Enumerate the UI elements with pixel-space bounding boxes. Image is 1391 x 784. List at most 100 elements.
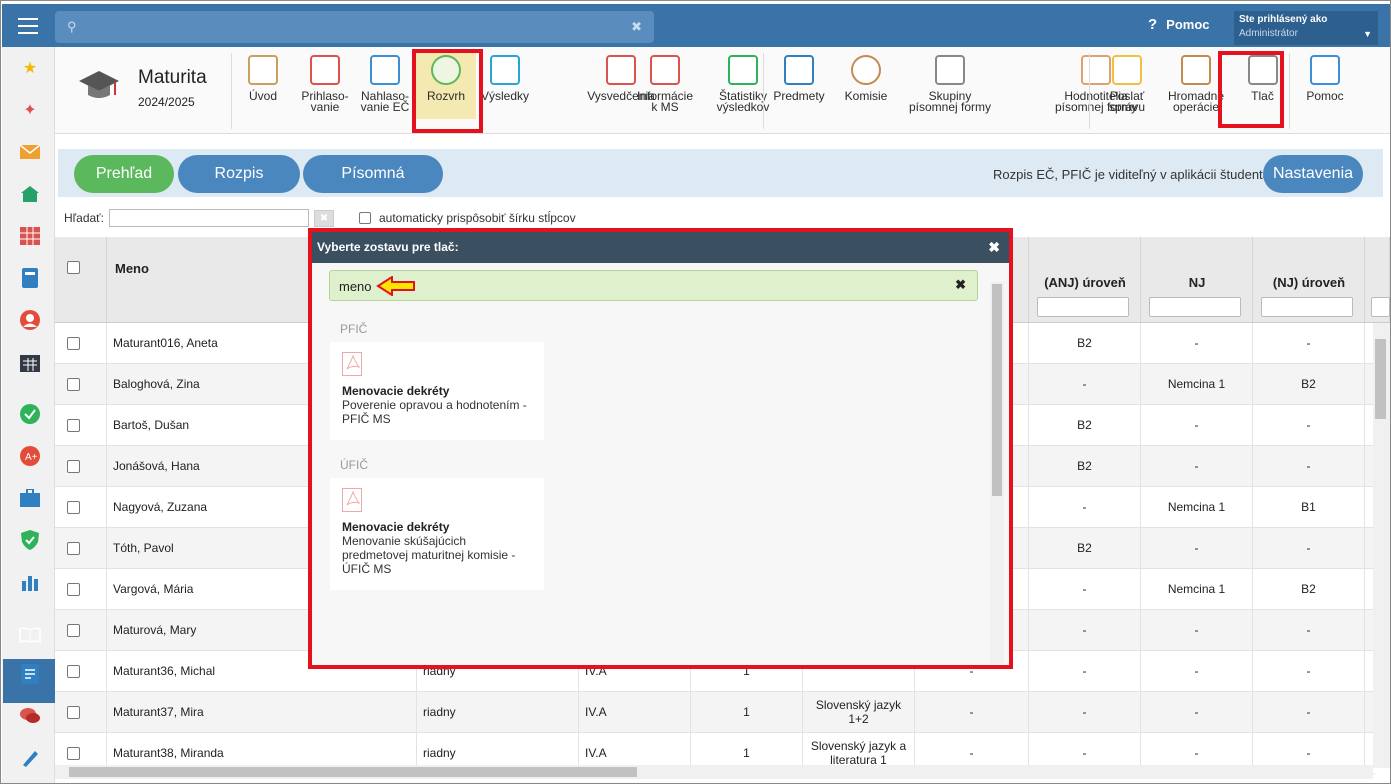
dialog-title: Vyberte zostavu pre tlač: — [317, 240, 459, 254]
cell-nju: - — [1253, 405, 1365, 446]
toolbar-item-help[interactable]: Pomoc — [1295, 55, 1355, 102]
row-checkbox[interactable] — [67, 501, 80, 514]
info-doc-icon — [650, 55, 680, 85]
row-select-cell — [55, 364, 107, 405]
menu-icon[interactable] — [18, 18, 38, 34]
calendar-grid-icon[interactable] — [19, 225, 41, 247]
toolbar-item-printer[interactable]: Tlač — [1235, 55, 1290, 102]
toolbar-item-stats[interactable]: Štatistiky výsledkov — [713, 55, 773, 113]
header-nj-uroven[interactable]: (NJ) úroveň — [1253, 237, 1365, 323]
cell-n: 1 — [691, 692, 803, 733]
clock-icon — [431, 55, 461, 85]
module-title-block: Maturita 2024/2025 — [138, 67, 207, 109]
toolbar-item-groups[interactable]: Skupiny písomnej formy — [895, 55, 1005, 113]
cell-anj: B2 — [1029, 446, 1141, 487]
check-circle-icon[interactable] — [19, 403, 41, 425]
table-row[interactable]: Maturant37, Mira riadny IV.A 1 Slovenský jaz… — [55, 692, 1375, 733]
row-checkbox[interactable] — [67, 419, 80, 432]
cell-nj: Nemcina 1 — [1141, 569, 1253, 610]
clear-report-search-icon[interactable]: ✖ — [955, 277, 966, 293]
clear-search-icon[interactable]: ✖ — [631, 19, 642, 35]
toolbar-item-commission[interactable]: Komisie — [838, 55, 894, 102]
briefcase-icon[interactable] — [19, 487, 41, 509]
toolbar-item-label: Predmety — [773, 89, 825, 103]
notebook-icon[interactable] — [19, 267, 41, 289]
mail-icon[interactable] — [19, 141, 41, 163]
envelope-icon — [1112, 55, 1142, 85]
toolbar-item-bar-chart[interactable]: Výsledky — [480, 55, 530, 102]
person-icon[interactable] — [19, 309, 41, 331]
shield-check-icon[interactable] — [19, 529, 41, 551]
cell-sj: Slovenský jazyk 1+2 — [803, 692, 915, 733]
report-search-value: meno — [339, 279, 372, 294]
row-checkbox[interactable] — [67, 542, 80, 555]
row-checkbox[interactable] — [67, 706, 80, 719]
grid-horizontal-scrollbar[interactable] — [55, 765, 1373, 779]
filter-anj[interactable] — [1037, 297, 1129, 317]
printer-icon — [1247, 55, 1278, 85]
magic-wand-icon[interactable]: ✦ — [19, 99, 41, 121]
toolbar-item-arrow-export[interactable]: Nahlaso- vanie EČ — [355, 55, 415, 113]
row-checkbox[interactable] — [67, 665, 80, 678]
visibility-info: Rozpis EČ, PFIČ je viditeľný v aplikácii… — [993, 167, 1270, 182]
grid-vertical-scrollbar[interactable] — [1373, 323, 1390, 768]
row-select-cell — [55, 569, 107, 610]
toolbar-item-envelope[interactable]: Poslať správu — [1097, 55, 1157, 113]
row-checkbox[interactable] — [67, 624, 80, 637]
annotation-arrow-icon — [376, 275, 416, 299]
dialog-scrollbar[interactable] — [990, 282, 1004, 664]
toolbar-item-info-doc[interactable]: Informácie k MS — [635, 55, 695, 113]
tab-prehlad[interactable]: Prehľad — [74, 155, 174, 193]
school-icon[interactable] — [19, 183, 41, 205]
toolbar-item-bulk[interactable]: Hromadné operácie — [1155, 55, 1237, 113]
book-icon — [784, 55, 814, 85]
pdf-icon — [342, 352, 362, 376]
row-select-cell — [55, 651, 107, 692]
toolbar-item-graduates[interactable]: Úvod — [233, 55, 293, 102]
report-search-input[interactable]: meno ✖ — [329, 270, 978, 301]
filter-input[interactable] — [109, 209, 309, 227]
grade-plus-icon[interactable]: A+ — [19, 445, 41, 467]
header-nj-label: NJ — [1188, 275, 1206, 290]
star-icon[interactable]: ★ — [19, 57, 41, 79]
header-nj[interactable]: NJ — [1141, 237, 1253, 323]
document-list-icon[interactable] — [19, 663, 41, 685]
filter-nju[interactable] — [1261, 297, 1353, 317]
help-link[interactable]: ? Pomoc — [1148, 16, 1210, 33]
report-card-ufic[interactable]: Menovacie dekréty Menovanie skúšajúcich … — [330, 478, 544, 590]
row-checkbox[interactable] — [67, 747, 80, 760]
row-checkbox[interactable] — [67, 460, 80, 473]
row-select-cell — [55, 692, 107, 733]
header-anj-uroven[interactable]: (ANJ) úroveň — [1029, 237, 1141, 323]
help-label: Pomoc — [1166, 17, 1210, 32]
global-search-input[interactable]: ⚲ ✖ — [55, 11, 654, 43]
row-checkbox[interactable] — [67, 583, 80, 596]
select-all-checkbox[interactable] — [67, 261, 80, 274]
clear-filter-icon[interactable]: ✖ — [314, 210, 334, 227]
toolbar-item-clock[interactable]: Rozvrh — [416, 53, 476, 119]
tab-pisomna-forma[interactable]: Písomná forma — [303, 155, 443, 220]
cell-nju: - — [1253, 610, 1365, 651]
toolbar-item-form[interactable]: Prihlaso- vanie — [295, 55, 355, 113]
form-icon — [310, 55, 340, 85]
close-icon[interactable]: ✖ — [988, 232, 1000, 263]
chevron-down-icon: ▼ — [1363, 29, 1372, 39]
user-menu[interactable]: Ste prihlásený ako Administrátor ▼ — [1234, 11, 1378, 45]
filter-nj[interactable] — [1149, 297, 1241, 317]
cell-nj: Nemcina 1 — [1141, 487, 1253, 528]
toolbar-item-label: Pomoc — [1306, 89, 1344, 103]
autofit-checkbox[interactable] — [359, 212, 371, 224]
row-checkbox[interactable] — [67, 378, 80, 391]
schedule-icon[interactable] — [19, 351, 41, 373]
row-checkbox[interactable] — [67, 337, 80, 350]
report-card-pfic[interactable]: Menovacie dekréty Poverenie opravou a ho… — [330, 342, 544, 440]
bar-chart-icon[interactable] — [19, 571, 41, 593]
pen-icon[interactable] — [19, 747, 41, 769]
settings-button[interactable]: Nastavenia — [1263, 155, 1363, 193]
chat-bubbles-icon[interactable] — [19, 705, 41, 727]
cell-anj: B2 — [1029, 528, 1141, 569]
groups-icon — [935, 55, 965, 85]
toolbar-item-book[interactable]: Predmety — [766, 55, 832, 102]
tab-rozpis-ufic[interactable]: Rozpis ÚFIČ — [178, 155, 300, 220]
filter-more[interactable] — [1371, 297, 1390, 317]
